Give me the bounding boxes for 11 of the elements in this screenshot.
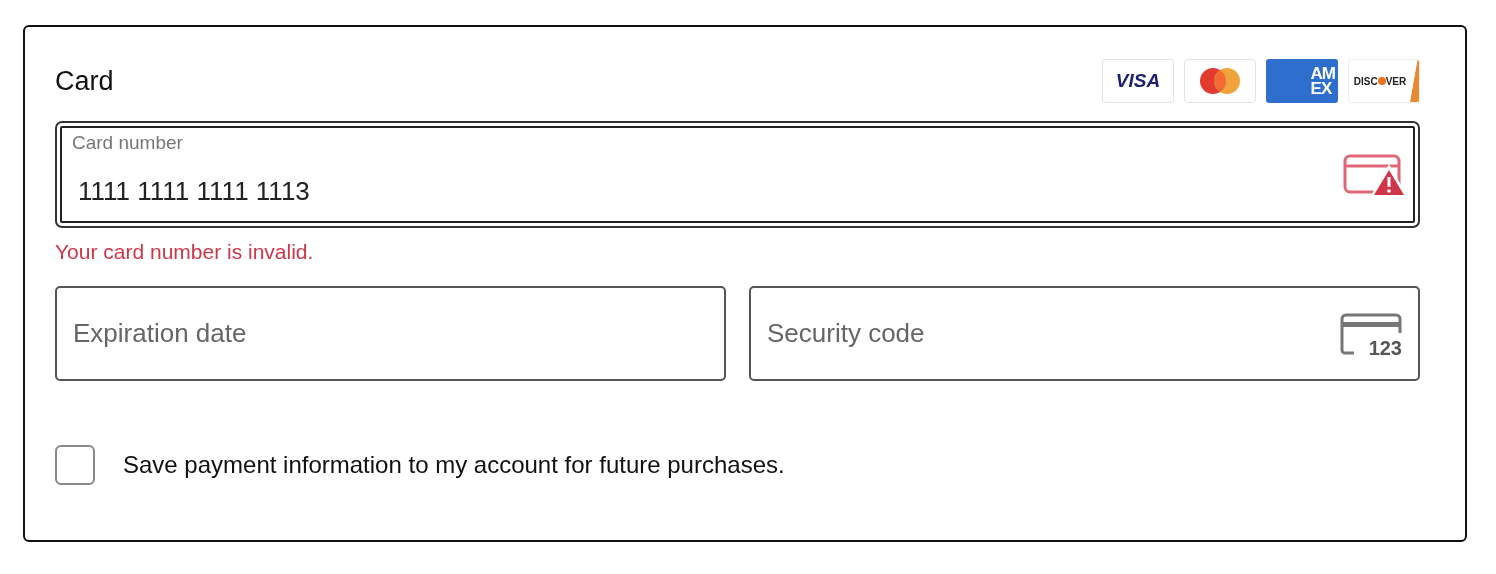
card-warning-icon xyxy=(1343,154,1407,198)
save-checkbox[interactable] xyxy=(55,445,95,485)
section-title: Card xyxy=(55,65,114,97)
checkbox-label[interactable]: Save payment information to my account for future purchases. xyxy=(123,451,785,479)
error-message: Your card number is invalid. xyxy=(55,240,315,264)
mastercard-logo xyxy=(1184,59,1256,103)
security-code-field[interactable]: Security code 123 xyxy=(749,286,1420,381)
expiration-date-field[interactable]: Expiration date xyxy=(55,286,726,381)
visa-logo: VISA xyxy=(1102,59,1174,103)
discover-logo: DISC VER xyxy=(1348,59,1420,103)
amex-logo: AM EX xyxy=(1266,59,1338,103)
